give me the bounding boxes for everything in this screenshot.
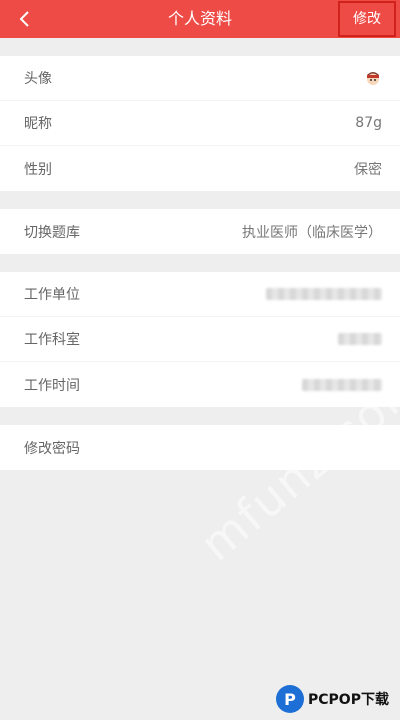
- section-gap: [0, 254, 400, 272]
- avatar-icon: [367, 72, 379, 85]
- gender-label: 性别: [24, 161, 52, 178]
- section-gap: [0, 191, 400, 209]
- work-unit-row[interactable]: 工作单位: [0, 272, 400, 317]
- avatar-label: 头像: [24, 71, 52, 87]
- profile-content: 头像 昵称 87g 性别 保密 切换题库 执业医师（临床医学） 工作单位 工作科…: [0, 38, 400, 470]
- work-time-row[interactable]: 工作时间: [0, 362, 400, 407]
- switch-bank-value: 执业医师（临床医学）: [242, 224, 382, 241]
- logo-text: PCPOP下载: [308, 692, 389, 708]
- work-dept-row[interactable]: 工作科室: [0, 317, 400, 362]
- switch-bank-row[interactable]: 切换题库 执业医师（临床医学）: [0, 209, 400, 254]
- avatar[interactable]: [364, 69, 382, 87]
- section-gap: [0, 38, 400, 56]
- section-gap: [0, 407, 400, 425]
- work-group: 工作单位 工作科室 工作时间: [0, 272, 400, 407]
- nickname-label: 昵称: [24, 116, 52, 132]
- avatar-row[interactable]: 头像: [0, 56, 400, 101]
- work-dept-value-redacted: [338, 333, 382, 345]
- exam-group: 切换题库 执业医师（临床医学）: [0, 209, 400, 254]
- logo-icon: P: [276, 685, 304, 713]
- pcpop-logo: P PCPOP下载: [276, 682, 398, 716]
- switch-bank-label: 切换题库: [24, 224, 80, 241]
- change-password-row[interactable]: 修改密码: [0, 425, 400, 470]
- gender-row[interactable]: 性别 保密: [0, 146, 400, 191]
- edit-button[interactable]: 修改: [338, 1, 396, 37]
- work-unit-value-redacted: [266, 288, 382, 300]
- nickname-value: 87g: [355, 115, 382, 131]
- work-unit-label: 工作单位: [24, 287, 80, 303]
- work-time-value-redacted: [302, 378, 382, 391]
- security-group: 修改密码: [0, 425, 400, 470]
- nickname-row[interactable]: 昵称 87g: [0, 101, 400, 146]
- basic-info-group: 头像 昵称 87g 性别 保密: [0, 56, 400, 191]
- change-password-label: 修改密码: [24, 440, 80, 457]
- work-dept-label: 工作科室: [24, 332, 80, 348]
- work-time-label: 工作时间: [24, 377, 80, 394]
- header-bar: 个人资料 修改: [0, 0, 400, 38]
- gender-value: 保密: [354, 161, 382, 178]
